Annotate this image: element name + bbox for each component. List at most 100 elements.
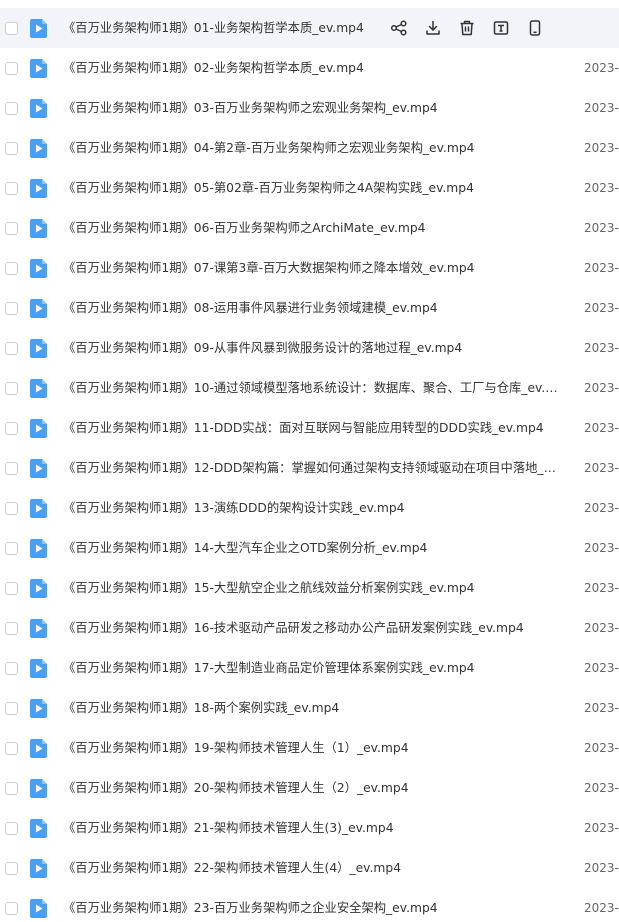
file-date: 2023-1	[584, 701, 619, 715]
file-name[interactable]: 《百万业务架构师1期》10-通过领域模型落地系统设计：数据库、聚合、工厂与仓库_…	[63, 368, 563, 408]
row-checkbox[interactable]	[5, 901, 18, 915]
file-name[interactable]: 《百万业务架构师1期》15-大型航空企业之航线效益分析案例实践_ev.mp4	[63, 568, 474, 608]
row-checkbox[interactable]	[5, 581, 18, 595]
row-checkbox[interactable]	[5, 21, 18, 35]
video-file-icon	[30, 858, 47, 878]
file-row[interactable]: 《百万业务架构师1期》13-演练DDD的架构设计实践_ev.mp4 2023-1	[0, 488, 619, 528]
file-name[interactable]: 《百万业务架构师1期》03-百万业务架构师之宏观业务架构_ev.mp4	[63, 88, 438, 128]
file-row[interactable]: 《百万业务架构师1期》10-通过领域模型落地系统设计：数据库、聚合、工厂与仓库_…	[0, 368, 619, 408]
file-name[interactable]: 《百万业务架构师1期》12-DDD架构篇：掌握如何通过架构支持领域驱动在项目中落…	[63, 448, 563, 488]
file-date: 2023-1	[584, 781, 619, 795]
file-name[interactable]: 《百万业务架构师1期》20-架构师技术管理人生（2）_ev.mp4	[63, 768, 409, 808]
file-date: 2023-1	[584, 901, 619, 915]
file-name[interactable]: 《百万业务架构师1期》08-运用事件风暴进行业务领域建模_ev.mp4	[63, 288, 438, 328]
share-icon	[390, 19, 408, 37]
file-name[interactable]: 《百万业务架构师1期》05-第02章-百万业务架构师之4A架构实践_ev.mp4	[63, 168, 474, 208]
delete-button[interactable]	[456, 17, 478, 39]
video-file-icon	[30, 298, 47, 318]
file-row[interactable]: 《百万业务架构师1期》16-技术驱动产品研发之移动办公产品研发案例实践_ev.m…	[0, 608, 619, 648]
file-date: 2023-1	[584, 101, 619, 115]
file-row[interactable]: 《百万业务架构师1期》01-业务架构哲学本质_ev.mp4	[0, 8, 619, 48]
file-name[interactable]: 《百万业务架构师1期》14-大型汽车企业之OTD案例分析_ev.mp4	[63, 528, 427, 568]
video-file-icon	[30, 378, 47, 398]
file-row[interactable]: 《百万业务架构师1期》06-百万业务架构师之ArchiMate_ev.mp4 20…	[0, 208, 619, 248]
file-row[interactable]: 《百万业务架构师1期》09-从事件风暴到微服务设计的落地过程_ev.mp4 202…	[0, 328, 619, 368]
file-row[interactable]: 《百万业务架构师1期》12-DDD架构篇：掌握如何通过架构支持领域驱动在项目中落…	[0, 448, 619, 488]
file-name[interactable]: 《百万业务架构师1期》11-DDD实战：面对互联网与智能应用转型的DDD实践_e…	[63, 408, 544, 448]
row-checkbox[interactable]	[5, 541, 18, 555]
file-row[interactable]: 《百万业务架构师1期》02-业务架构哲学本质_ev.mp4 2023-1	[0, 48, 619, 88]
file-date: 2023-1	[584, 581, 619, 595]
file-name[interactable]: 《百万业务架构师1期》17-大型制造业商品定价管理体系案例实践_ev.mp4	[63, 648, 474, 688]
row-checkbox[interactable]	[5, 701, 18, 715]
row-checkbox[interactable]	[5, 501, 18, 515]
file-row[interactable]: 《百万业务架构师1期》05-第02章-百万业务架构师之4A架构实践_ev.mp4…	[0, 168, 619, 208]
video-file-icon	[30, 218, 47, 238]
file-name[interactable]: 《百万业务架构师1期》23-百万业务架构师之企业安全架构_ev.mp4	[63, 888, 438, 922]
share-button[interactable]	[388, 17, 410, 39]
file-name[interactable]: 《百万业务架构师1期》19-架构师技术管理人生（1）_ev.mp4	[63, 728, 409, 768]
video-file-icon	[30, 538, 47, 558]
file-row[interactable]: 《百万业务架构师1期》23-百万业务架构师之企业安全架构_ev.mp4 2023-…	[0, 888, 619, 922]
file-row[interactable]: 《百万业务架构师1期》04-第2章-百万业务架构师之宏观业务架构_ev.mp4 2…	[0, 128, 619, 168]
video-file-icon	[30, 698, 47, 718]
file-row[interactable]: 《百万业务架构师1期》11-DDD实战：面对互联网与智能应用转型的DDD实践_e…	[0, 408, 619, 448]
file-name[interactable]: 《百万业务架构师1期》22-架构师技术管理人生(4）_ev.mp4	[63, 848, 401, 888]
file-name[interactable]: 《百万业务架构师1期》04-第2章-百万业务架构师之宏观业务架构_ev.mp4	[63, 128, 474, 168]
video-file-icon	[30, 178, 47, 198]
file-row[interactable]: 《百万业务架构师1期》20-架构师技术管理人生（2）_ev.mp4 2023-1	[0, 768, 619, 808]
file-date: 2023-1	[584, 61, 619, 75]
file-name[interactable]: 《百万业务架构师1期》16-技术驱动产品研发之移动办公产品研发案例实践_ev.m…	[63, 608, 524, 648]
file-date: 2023-1	[584, 821, 619, 835]
file-name[interactable]: 《百万业务架构师1期》02-业务架构哲学本质_ev.mp4	[63, 48, 364, 88]
video-file-icon	[30, 738, 47, 758]
file-row[interactable]: 《百万业务架构师1期》15-大型航空企业之航线效益分析案例实践_ev.mp4 20…	[0, 568, 619, 608]
row-checkbox[interactable]	[5, 861, 18, 875]
row-checkbox[interactable]	[5, 381, 18, 395]
file-row[interactable]: 《百万业务架构师1期》22-架构师技术管理人生(4）_ev.mp4 2023-1	[0, 848, 619, 888]
row-checkbox[interactable]	[5, 821, 18, 835]
video-file-icon	[30, 138, 47, 158]
download-icon	[424, 19, 442, 37]
file-date: 2023-1	[584, 141, 619, 155]
file-row[interactable]: 《百万业务架构师1期》14-大型汽车企业之OTD案例分析_ev.mp4 2023-…	[0, 528, 619, 568]
row-checkbox[interactable]	[5, 261, 18, 275]
file-row[interactable]: 《百万业务架构师1期》08-运用事件风暴进行业务领域建模_ev.mp4 2023-…	[0, 288, 619, 328]
file-row[interactable]: 《百万业务架构师1期》19-架构师技术管理人生（1）_ev.mp4 2023-1	[0, 728, 619, 768]
row-checkbox[interactable]	[5, 661, 18, 675]
file-name[interactable]: 《百万业务架构师1期》09-从事件风暴到微服务设计的落地过程_ev.mp4	[63, 328, 462, 368]
file-date: 2023-1	[584, 381, 619, 395]
row-checkbox[interactable]	[5, 141, 18, 155]
file-name[interactable]: 《百万业务架构师1期》01-业务架构哲学本质_ev.mp4	[63, 8, 364, 48]
file-name[interactable]: 《百万业务架构师1期》18-两个案例实践_ev.mp4	[63, 688, 339, 728]
row-checkbox[interactable]	[5, 621, 18, 635]
file-name[interactable]: 《百万业务架构师1期》07-课第3章-百万大数据架构师之降本增效_ev.mp4	[63, 248, 474, 288]
file-row[interactable]: 《百万业务架构师1期》21-架构师技术管理人生(3)_ev.mp4 2023-1	[0, 808, 619, 848]
row-checkbox[interactable]	[5, 781, 18, 795]
video-file-icon	[30, 578, 47, 598]
file-date: 2023-1	[584, 741, 619, 755]
file-name[interactable]: 《百万业务架构师1期》21-架构师技术管理人生(3)_ev.mp4	[63, 808, 394, 848]
file-row[interactable]: 《百万业务架构师1期》17-大型制造业商品定价管理体系案例实践_ev.mp4 20…	[0, 648, 619, 688]
file-name[interactable]: 《百万业务架构师1期》13-演练DDD的架构设计实践_ev.mp4	[63, 488, 405, 528]
file-row[interactable]: 《百万业务架构师1期》07-课第3章-百万大数据架构师之降本增效_ev.mp4 2…	[0, 248, 619, 288]
row-checkbox[interactable]	[5, 221, 18, 235]
file-row[interactable]: 《百万业务架构师1期》18-两个案例实践_ev.mp4 2023-1	[0, 688, 619, 728]
row-checkbox[interactable]	[5, 421, 18, 435]
row-checkbox[interactable]	[5, 301, 18, 315]
row-checkbox[interactable]	[5, 461, 18, 475]
text-button[interactable]	[490, 17, 512, 39]
file-date: 2023-1	[584, 301, 619, 315]
row-checkbox[interactable]	[5, 181, 18, 195]
mobile-button[interactable]	[524, 17, 546, 39]
row-checkbox[interactable]	[5, 61, 18, 75]
row-checkbox[interactable]	[5, 101, 18, 115]
file-row[interactable]: 《百万业务架构师1期》03-百万业务架构师之宏观业务架构_ev.mp4 2023-…	[0, 88, 619, 128]
row-checkbox[interactable]	[5, 341, 18, 355]
download-button[interactable]	[422, 17, 444, 39]
video-file-icon	[30, 338, 47, 358]
row-checkbox[interactable]	[5, 741, 18, 755]
file-date: 2023-1	[584, 621, 619, 635]
file-name[interactable]: 《百万业务架构师1期》06-百万业务架构师之ArchiMate_ev.mp4	[63, 208, 426, 248]
video-file-icon	[30, 658, 47, 678]
